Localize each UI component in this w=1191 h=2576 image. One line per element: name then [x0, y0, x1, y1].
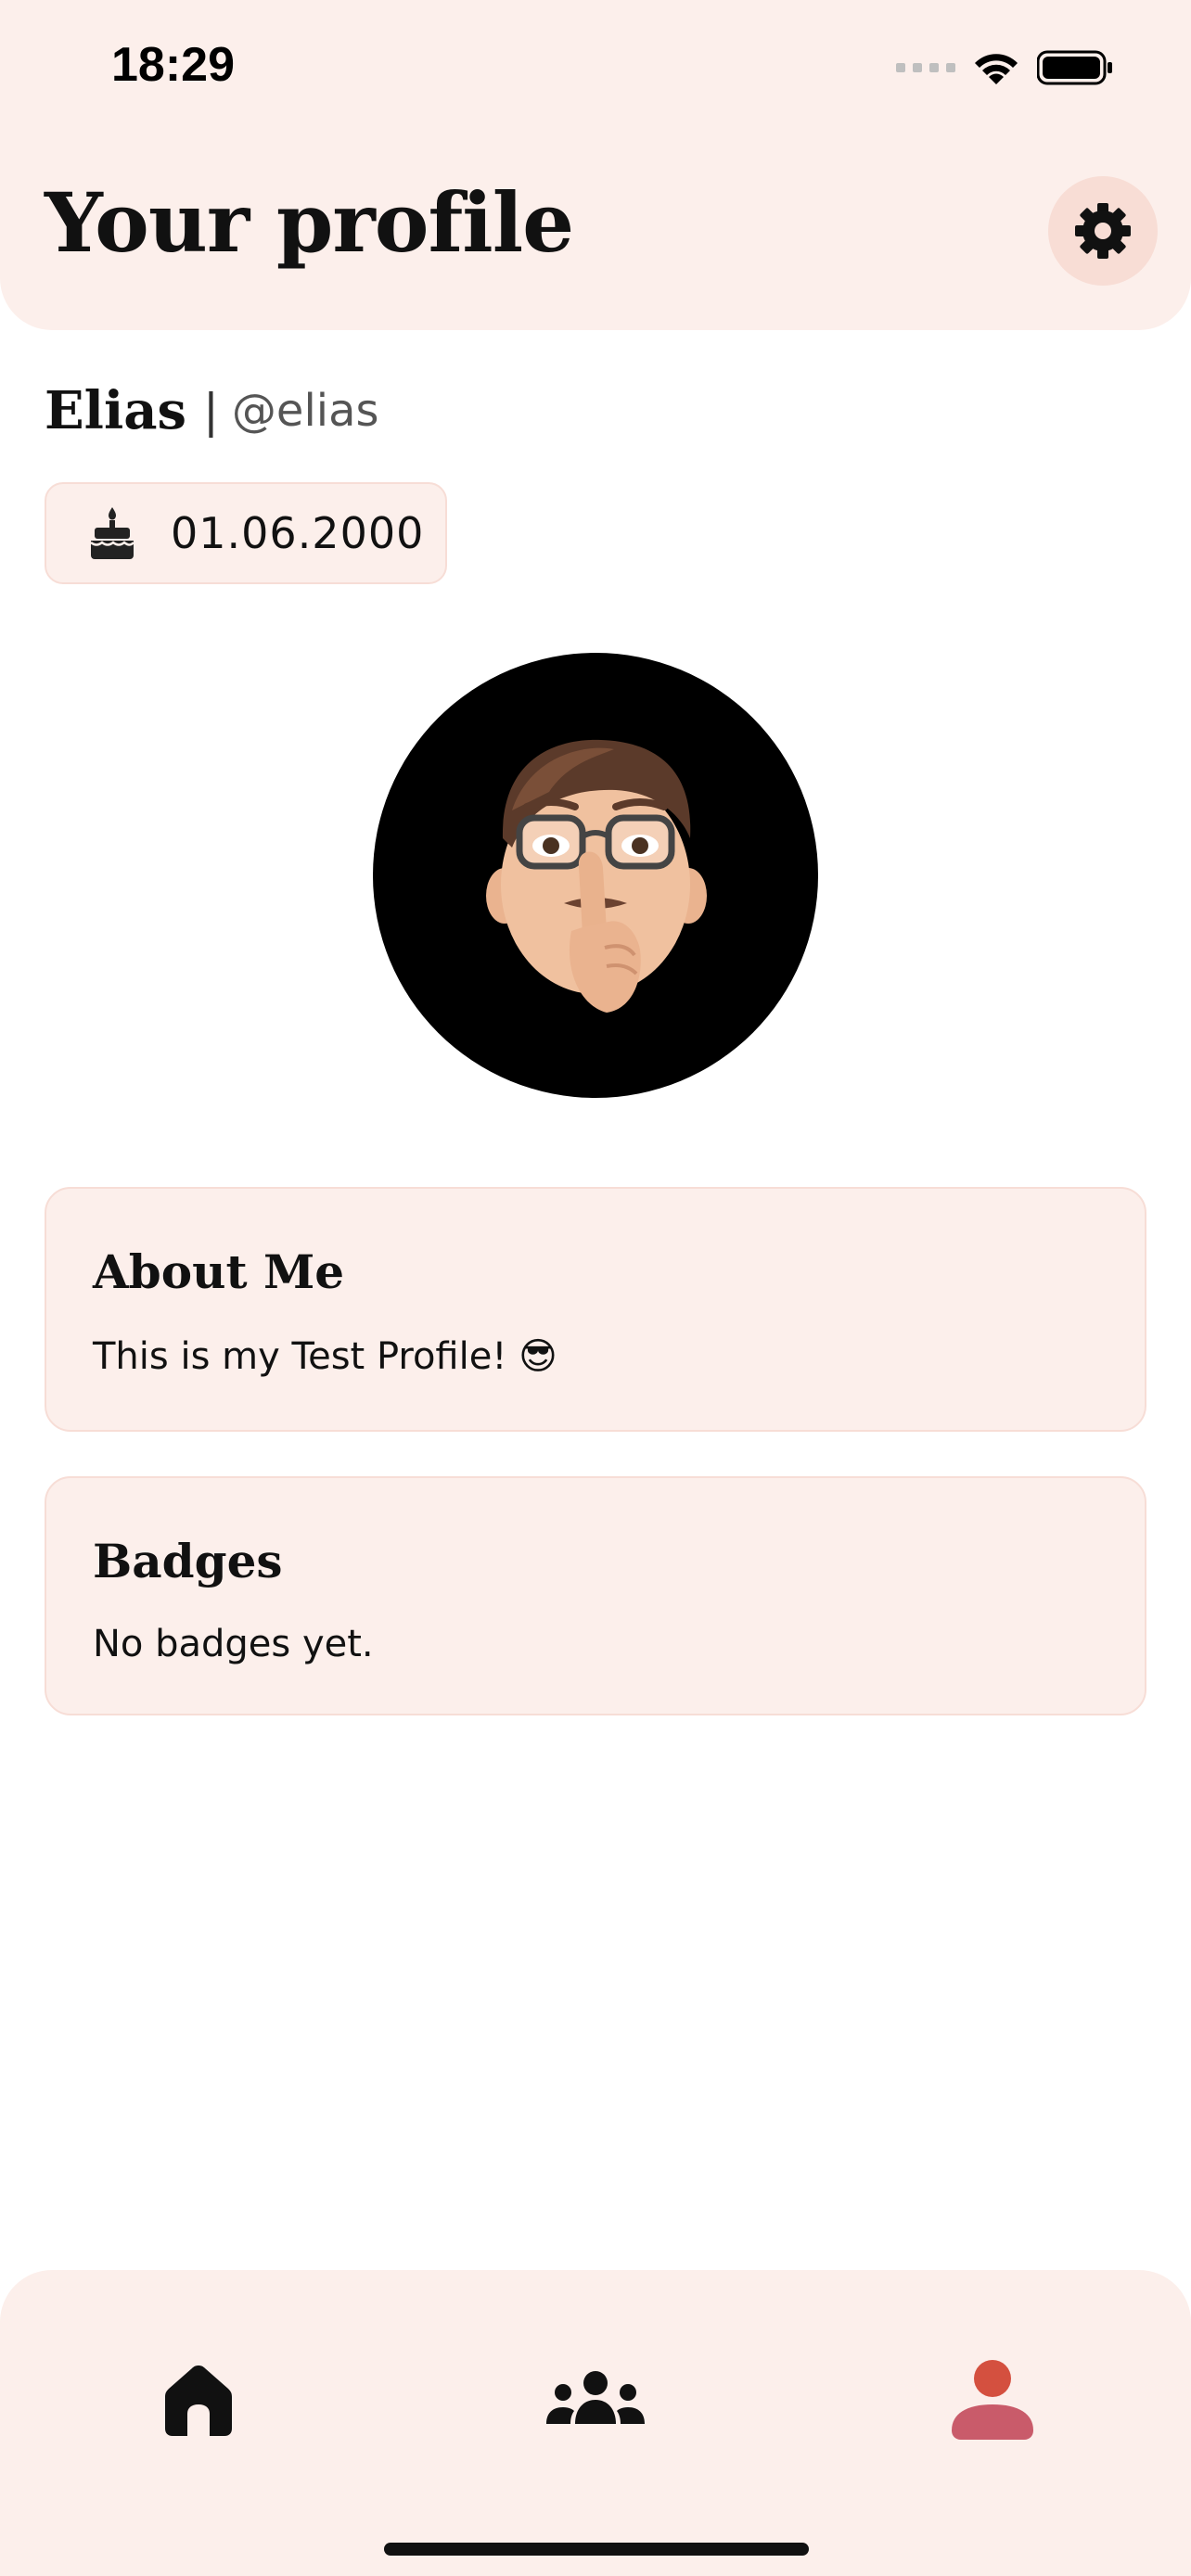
about-me-text: This is my Test Profile! 😎 — [93, 1335, 557, 1378]
gear-icon — [1075, 203, 1131, 259]
nav-home[interactable] — [134, 2335, 263, 2465]
group-icon — [546, 2371, 645, 2424]
badges-title: Badges — [93, 1534, 283, 1588]
badges-text: No badges yet. — [93, 1623, 374, 1665]
user-handle: @elias — [231, 385, 379, 437]
status-time: 18:29 — [111, 38, 235, 92]
memoji-avatar — [486, 739, 707, 1013]
name-separator: | — [203, 384, 219, 438]
user-name: Elias — [45, 380, 187, 441]
nav-profile[interactable] — [928, 2335, 1057, 2465]
bottom-nav — [0, 2270, 1191, 2576]
header: 18:29 Your profile — [0, 0, 1191, 330]
nav-friends[interactable] — [531, 2335, 660, 2465]
about-me-card: About Me This is my Test Profile! 😎 — [45, 1187, 1146, 1432]
page-title: Your profile — [45, 174, 574, 271]
wifi-icon — [975, 54, 1018, 84]
avatar — [373, 653, 818, 1098]
home-indicator — [384, 2543, 809, 2556]
settings-button[interactable] — [1048, 176, 1158, 286]
birthday-date: 01.06.2000 — [171, 508, 425, 558]
signal-icon — [896, 63, 955, 72]
status-icons — [896, 45, 1113, 91]
cake-icon — [90, 507, 134, 559]
person-icon — [952, 2360, 1033, 2440]
birthday-chip: 01.06.2000 — [45, 482, 447, 584]
profile-name-row: Elias | @elias — [45, 380, 379, 441]
battery-icon — [1037, 50, 1112, 85]
home-icon — [165, 2366, 232, 2436]
badges-card: Badges No badges yet. — [45, 1476, 1146, 1715]
about-me-title: About Me — [93, 1244, 345, 1299]
